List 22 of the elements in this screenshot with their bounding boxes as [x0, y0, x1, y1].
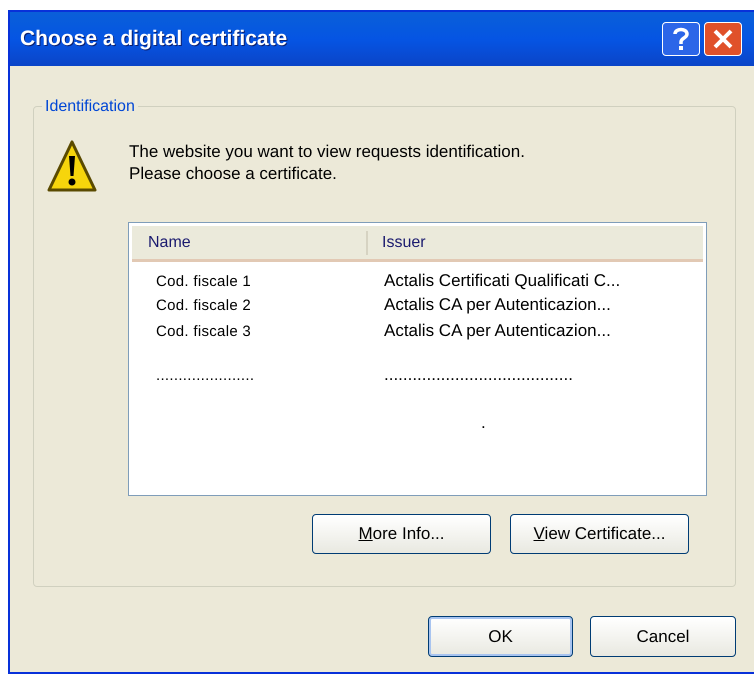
issuer-cell: Actalis CA per Autenticazion... [384, 321, 611, 340]
issuer-cell: . [481, 413, 486, 432]
name-cell: Cod. fiscale 3 [156, 323, 252, 340]
name-cell: Cod. fiscale 1 [156, 273, 252, 290]
column-header[interactable]: Name [148, 230, 191, 254]
issuer-cell: Actalis CA per Autenticazion... [384, 295, 611, 314]
name-cell: Cod. fiscale 2 [156, 297, 252, 314]
issuer-cell: Actalis Certificati Qualificati C... [384, 271, 620, 290]
message-text: The website you want to view requests identification. [129, 141, 525, 163]
help-icon [672, 27, 690, 51]
column-header[interactable]: Issuer [382, 230, 426, 254]
help-button[interactable] [662, 22, 700, 56]
close-icon [712, 28, 734, 50]
close-button[interactable] [704, 22, 742, 56]
message-text: Please choose a certificate. [129, 163, 338, 185]
window-title: Choose a digital certificate [20, 26, 288, 52]
dialog-button[interactable]: Cancel [590, 616, 736, 657]
dialog-button[interactable]: More Info... [312, 514, 491, 554]
dialog-button[interactable]: OK [428, 616, 573, 657]
issuer-cell: ........................................ [384, 365, 573, 384]
dialog-button[interactable]: View Certificate... [510, 514, 689, 554]
name-cell: ...................... [156, 367, 254, 384]
